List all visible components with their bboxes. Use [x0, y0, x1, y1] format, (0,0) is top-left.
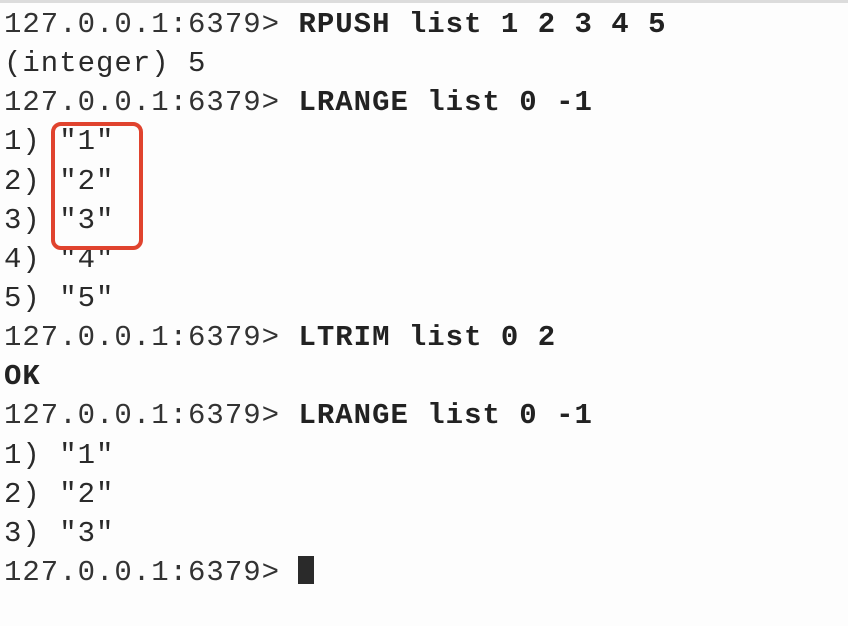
list-item: 5) "5": [4, 279, 844, 318]
cmd-line-1: 127.0.0.1:6379> RPUSH list 1 2 3 4 5: [4, 5, 844, 44]
response-ok: OK: [4, 357, 844, 396]
cursor-block-icon: [298, 556, 314, 584]
response-line: (integer) 5: [4, 44, 844, 83]
list-item: 3) "3": [4, 514, 844, 553]
command-text: LRANGE list 0 -1: [298, 399, 592, 432]
cmd-line-active[interactable]: 127.0.0.1:6379>: [4, 553, 844, 592]
command-text: LRANGE list 0 -1: [298, 86, 592, 119]
list-item: 4) "4": [4, 240, 844, 279]
cmd-line-3: 127.0.0.1:6379> LTRIM list 0 2: [4, 318, 844, 357]
terminal-wrap: 127.0.0.1:6379> RPUSH list 1 2 3 4 5 (in…: [0, 3, 848, 592]
prompt: 127.0.0.1:6379>: [4, 8, 298, 41]
command-text: LTRIM list 0 2: [298, 321, 556, 354]
prompt: 127.0.0.1:6379>: [4, 556, 298, 589]
list-item: 3) "3": [4, 201, 844, 240]
cmd-line-4: 127.0.0.1:6379> LRANGE list 0 -1: [4, 396, 844, 435]
list-item: 2) "2": [4, 162, 844, 201]
prompt: 127.0.0.1:6379>: [4, 86, 298, 119]
terminal-output[interactable]: 127.0.0.1:6379> RPUSH list 1 2 3 4 5 (in…: [0, 3, 848, 592]
prompt: 127.0.0.1:6379>: [4, 399, 298, 432]
prompt: 127.0.0.1:6379>: [4, 321, 298, 354]
list-item: 1) "1": [4, 436, 844, 475]
list-item: 1) "1": [4, 122, 844, 161]
command-text: RPUSH list 1 2 3 4 5: [298, 8, 666, 41]
list-item: 2) "2": [4, 475, 844, 514]
cmd-line-2: 127.0.0.1:6379> LRANGE list 0 -1: [4, 83, 844, 122]
